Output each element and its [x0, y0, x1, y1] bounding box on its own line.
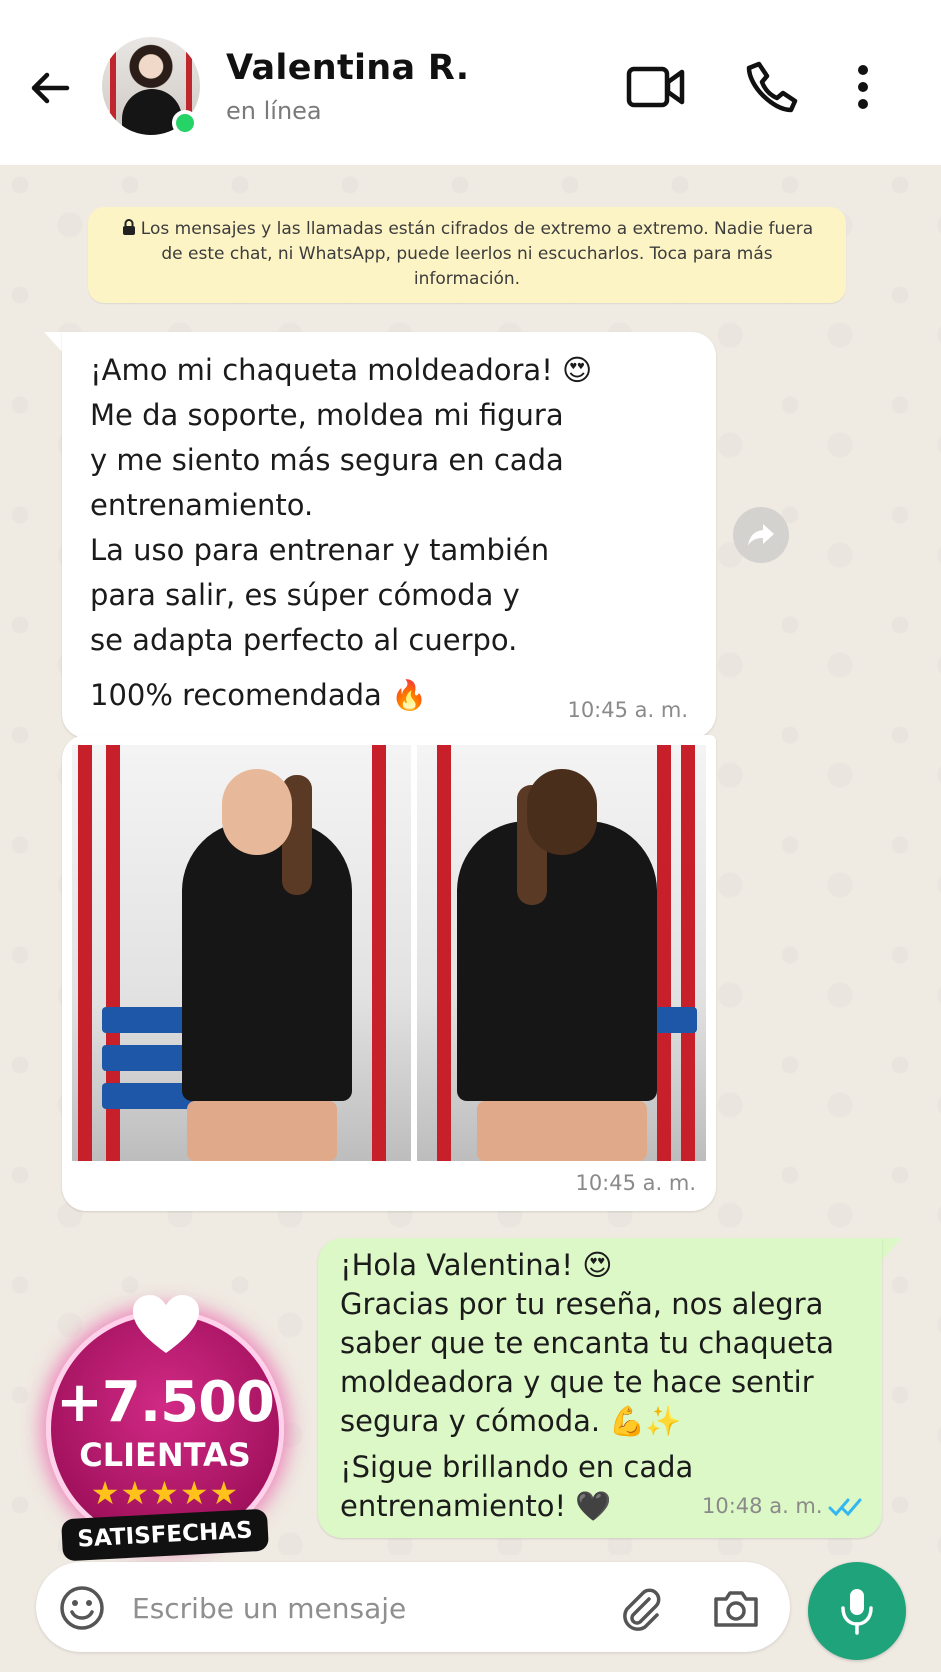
badge-label: CLIENTAS — [79, 1436, 251, 1474]
double-check-icon — [828, 1498, 862, 1517]
camera-icon — [714, 1591, 758, 1627]
back-button[interactable] — [22, 60, 78, 116]
star-rating: ★★★★★ — [90, 1474, 240, 1512]
rack-post — [681, 745, 695, 1161]
photo-front[interactable] — [72, 745, 411, 1161]
encryption-notice[interactable]: Los mensajes y las llamadas están cifrad… — [88, 207, 846, 303]
video-camera-icon — [626, 66, 685, 108]
arrow-left-icon — [31, 72, 70, 104]
encryption-notice-text: Los mensajes y las llamadas están cifrad… — [140, 219, 814, 289]
voice-message-button[interactable] — [808, 1562, 906, 1660]
online-indicator — [172, 110, 198, 136]
rack-post — [372, 745, 386, 1161]
rack-post — [657, 745, 671, 1161]
forward-icon — [748, 524, 774, 546]
video-call-button[interactable] — [624, 55, 688, 119]
menu-button[interactable] — [838, 55, 888, 119]
avatar-rack — [110, 37, 116, 135]
incoming-message[interactable]: ¡Amo mi chaqueta moldeadora! 😍 Me da sop… — [62, 332, 716, 738]
rack-post — [78, 745, 92, 1161]
microphone-icon — [841, 1589, 873, 1635]
message-time: 10:48 a. m. — [702, 1494, 823, 1518]
bubble-tail — [882, 1238, 902, 1260]
rack-post — [437, 745, 451, 1161]
camera-button[interactable] — [710, 1582, 762, 1634]
lock-icon — [122, 219, 135, 235]
incoming-image-message[interactable]: 10:45 a. m. — [62, 735, 716, 1211]
person-head — [222, 769, 292, 855]
message-input[interactable] — [132, 1586, 562, 1630]
message-composer — [36, 1562, 790, 1652]
message-text: ¡Sigue brillando en cada entrenamiento! … — [340, 1450, 694, 1523]
message-time: 10:45 a. m. — [567, 698, 688, 722]
heart-icon — [133, 1295, 199, 1353]
message-text: ¡Hola Valentina! 😍 Gracias por tu reseña… — [340, 1248, 835, 1438]
badge-count: +7.500 — [55, 1370, 275, 1435]
chat-header: Valentina R. en línea — [0, 0, 941, 165]
bubble-tail — [44, 332, 64, 354]
forward-button[interactable] — [733, 507, 789, 563]
contact-status: en línea — [226, 97, 322, 125]
voice-call-button[interactable] — [740, 55, 804, 119]
clients-badge: +7.500 CLIENTAS ★★★★★ SATISFECHAS — [40, 1290, 290, 1562]
paperclip-icon — [623, 1588, 661, 1631]
person-figure — [182, 821, 352, 1101]
outgoing-message[interactable]: ¡Hola Valentina! 😍 Gracias por tu reseña… — [318, 1238, 882, 1538]
message-text: ¡Amo mi chaqueta moldeadora! 😍 Me da sop… — [90, 353, 593, 657]
person-legs — [477, 1101, 647, 1161]
person-head — [527, 769, 597, 855]
more-vertical-icon — [858, 65, 868, 109]
attach-button[interactable] — [614, 1582, 666, 1634]
message-time: 10:45 a. m. — [575, 1171, 696, 1195]
message-text: 100% recomendada 🔥 — [90, 678, 428, 712]
phone-icon — [746, 61, 798, 113]
emoji-icon — [60, 1586, 104, 1630]
emoji-button[interactable] — [56, 1582, 108, 1634]
person-figure — [457, 821, 657, 1101]
contact-name[interactable]: Valentina R. — [226, 48, 469, 88]
photo-back[interactable] — [417, 745, 706, 1161]
person-legs — [187, 1101, 337, 1161]
